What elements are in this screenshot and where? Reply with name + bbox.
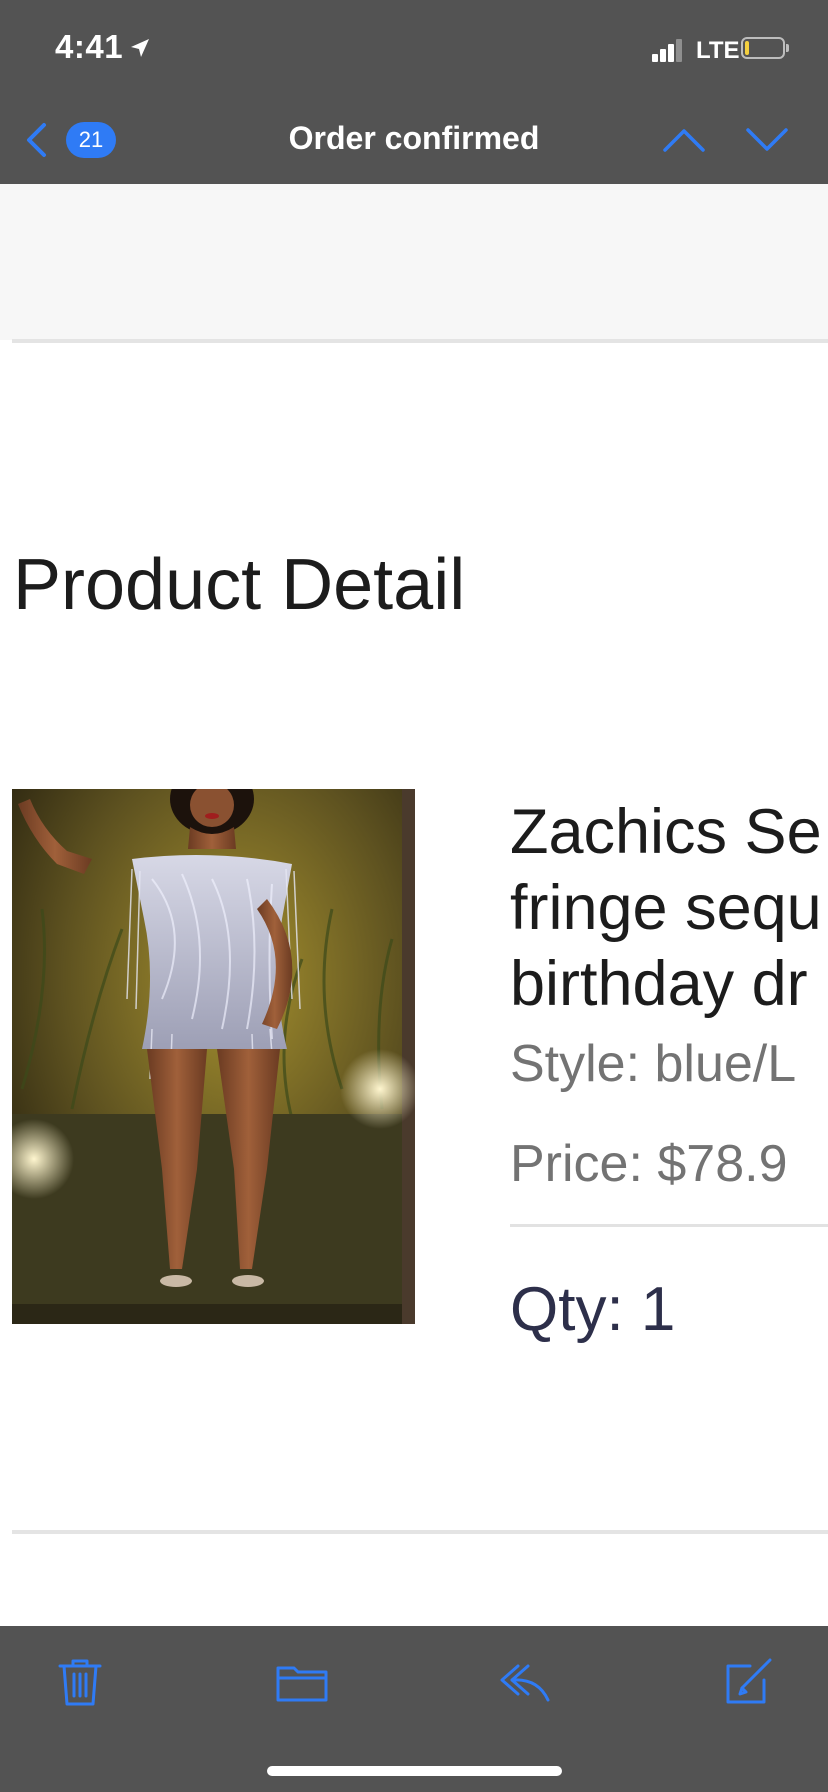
signal-bar (668, 44, 674, 62)
product-name: Zachics Se fringe sequ birthday dr (510, 794, 828, 1022)
divider (12, 1530, 828, 1534)
signal-strength-icon (652, 38, 686, 62)
compose-icon[interactable] (720, 1654, 776, 1710)
email-header-band (0, 184, 828, 340)
signal-bar (652, 54, 658, 62)
location-arrow-icon (131, 39, 149, 57)
section-title: Product Detail (13, 545, 466, 625)
trash-icon[interactable] (52, 1654, 108, 1710)
battery-level-fill (745, 41, 749, 55)
email-body[interactable]: Product Detail Zachics Se fringe sequ bi… (0, 184, 828, 1626)
reply-icon[interactable] (498, 1654, 554, 1710)
battery-nub (786, 44, 789, 52)
product-name-line: birthday dr (510, 949, 808, 1019)
divider (12, 339, 828, 343)
top-chrome: 4:41 LTE 21 Order confirmed (0, 0, 828, 184)
battery-icon (741, 37, 789, 59)
next-message-button[interactable] (744, 120, 790, 160)
home-indicator[interactable] (267, 1766, 562, 1776)
nav-bar: 21 Order confirmed (0, 100, 828, 184)
email-screen: 4:41 LTE 21 Order confirmed Product Deta… (0, 0, 828, 1792)
back-to-inbox-button[interactable]: 21 (20, 118, 120, 162)
product-style: Style: blue/L (510, 1035, 797, 1093)
divider (510, 1224, 828, 1227)
status-bar: 4:41 LTE (0, 0, 828, 100)
status-time: 4:41 (55, 28, 124, 65)
product-name-line: fringe sequ (510, 873, 822, 943)
product-quantity: Qty: 1 (510, 1275, 676, 1344)
chevron-left-icon (27, 123, 46, 157)
signal-bar (660, 49, 666, 62)
previous-message-button[interactable] (661, 120, 707, 160)
product-image[interactable] (12, 789, 415, 1324)
folder-icon[interactable] (274, 1654, 330, 1710)
product-price: Price: $78.9 (510, 1135, 788, 1193)
bottom-toolbar (0, 1626, 828, 1792)
signal-bar (676, 39, 682, 62)
unread-count-badge: 21 (66, 122, 116, 158)
network-label: LTE (696, 37, 740, 64)
product-name-line: Zachics Se (510, 797, 822, 867)
